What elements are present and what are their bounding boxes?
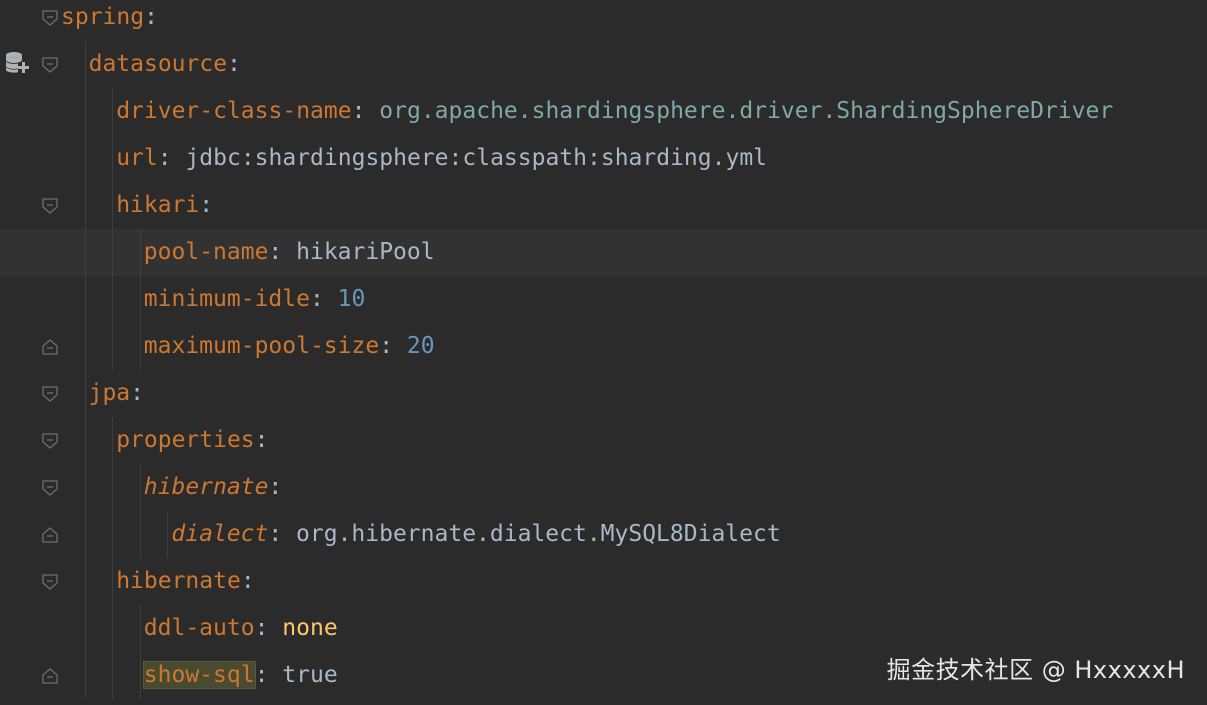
- yaml-separator: :: [240, 568, 255, 594]
- code-line-content: spring:: [61, 0, 158, 41]
- indent-guide: [112, 417, 113, 699]
- yaml-separator: :: [268, 474, 283, 500]
- code-line[interactable]: properties:: [0, 417, 1207, 464]
- code-line-content: ddl-auto: none: [144, 605, 338, 652]
- yaml-separator: :: [268, 521, 297, 547]
- yaml-separator: :: [227, 51, 241, 77]
- yaml-key: hibernate: [143, 474, 269, 500]
- yaml-key: pool-name: [143, 239, 269, 265]
- yaml-separator: :: [254, 427, 269, 453]
- yaml-key: hikari: [116, 192, 200, 218]
- code-line[interactable]: minimum-idle: 10: [0, 276, 1207, 323]
- code-line-content: maximum-pool-size: 20: [144, 323, 435, 370]
- code-line[interactable]: hikari:: [0, 182, 1207, 229]
- yaml-key: maximum-pool-size: [143, 333, 380, 359]
- yaml-key: ddl-auto: [143, 615, 255, 641]
- code-line[interactable]: datasource:: [0, 41, 1207, 88]
- yaml-value: hikariPool: [296, 239, 435, 265]
- fold-open-icon[interactable]: [41, 385, 59, 403]
- yaml-value: jdbc:shardingsphere:classpath:sharding.y…: [185, 145, 768, 171]
- fold-open-icon[interactable]: [41, 432, 59, 450]
- code-line[interactable]: maximum-pool-size: 20: [0, 323, 1207, 370]
- fold-open-icon[interactable]: [41, 197, 59, 215]
- indent-guide: [85, 41, 86, 699]
- code-line-content: driver-class-name: org.apache.shardingsp…: [116, 88, 1113, 135]
- fold-open-icon[interactable]: [41, 9, 59, 27]
- code-line-content: properties:: [116, 417, 268, 464]
- yaml-value: true: [282, 662, 338, 688]
- code-line[interactable]: driver-class-name: org.apache.shardingsp…: [0, 88, 1207, 135]
- yaml-key: minimum-idle: [143, 286, 310, 312]
- code-line-content: jpa:: [89, 370, 144, 417]
- yaml-key: hibernate: [116, 568, 241, 594]
- code-line[interactable]: jpa:: [0, 370, 1207, 417]
- code-line[interactable]: dialect: org.hibernate.dialect.MySQL8Dia…: [0, 511, 1207, 558]
- yaml-key: url: [116, 145, 158, 171]
- code-editor[interactable]: spring: datasource: driver-class-name: org…: [0, 0, 1207, 705]
- yaml-key: show-sql: [142, 661, 256, 689]
- yaml-separator: :: [351, 98, 380, 124]
- fold-open-icon[interactable]: [41, 479, 59, 497]
- yaml-key: dialect: [171, 521, 269, 547]
- fold-open-icon[interactable]: [41, 56, 59, 74]
- watermark: 掘金技术社区 @ HxxxxxH: [886, 656, 1185, 684]
- yaml-separator: :: [309, 286, 338, 312]
- code-line[interactable]: pool-name: hikariPool: [0, 229, 1207, 276]
- code-line-content: minimum-idle: 10: [144, 276, 366, 323]
- code-line-content: dialect: org.hibernate.dialect.MySQL8Dia…: [171, 511, 780, 558]
- yaml-key: jpa: [88, 380, 131, 406]
- yaml-separator: :: [130, 380, 144, 406]
- yaml-separator: :: [157, 145, 186, 171]
- code-line-content: url: jdbc:shardingsphere:classpath:shard…: [116, 135, 767, 182]
- yaml-separator: :: [254, 615, 283, 641]
- code-line[interactable]: spring:: [0, 0, 1207, 41]
- code-line[interactable]: hibernate:: [0, 464, 1207, 511]
- indent-guide: [112, 88, 113, 370]
- yaml-value: org.apache.shardingsphere.driver.Shardin…: [379, 98, 1114, 124]
- yaml-value: 20: [406, 333, 435, 359]
- yaml-value: 10: [337, 286, 366, 312]
- code-line-content: show-sql: true: [142, 652, 338, 699]
- code-line[interactable]: hibernate:: [0, 558, 1207, 605]
- fold-end-icon[interactable]: [41, 526, 59, 544]
- yaml-value: org.hibernate.dialect.MySQL8Dialect: [296, 521, 781, 547]
- yaml-separator: :: [379, 333, 407, 359]
- yaml-key: spring: [61, 4, 145, 30]
- yaml-separator: :: [199, 192, 214, 218]
- yaml-separator: :: [144, 4, 158, 30]
- yaml-separator: :: [268, 239, 297, 265]
- yaml-key: driver-class-name: [116, 98, 352, 124]
- indent-guide: [140, 605, 141, 699]
- code-line-content: pool-name: hikariPool: [144, 229, 435, 276]
- code-line-content: hikari:: [116, 182, 213, 229]
- indent-guide: [140, 464, 141, 558]
- code-line-content: hibernate:: [116, 558, 254, 605]
- code-line[interactable]: url: jdbc:shardingsphere:classpath:shard…: [0, 135, 1207, 182]
- yaml-key: properties: [116, 427, 255, 453]
- code-line[interactable]: ddl-auto: none: [0, 605, 1207, 652]
- yaml-separator: :: [254, 662, 283, 688]
- code-line-content: hibernate:: [144, 464, 282, 511]
- indent-guide: [167, 511, 168, 558]
- fold-end-icon[interactable]: [41, 667, 59, 685]
- indent-guide: [140, 229, 141, 370]
- code-line-content: datasource:: [89, 41, 241, 88]
- fold-end-icon[interactable]: [41, 338, 59, 356]
- yaml-key: datasource: [88, 51, 228, 77]
- fold-open-icon[interactable]: [41, 573, 59, 591]
- yaml-value: none: [282, 615, 338, 641]
